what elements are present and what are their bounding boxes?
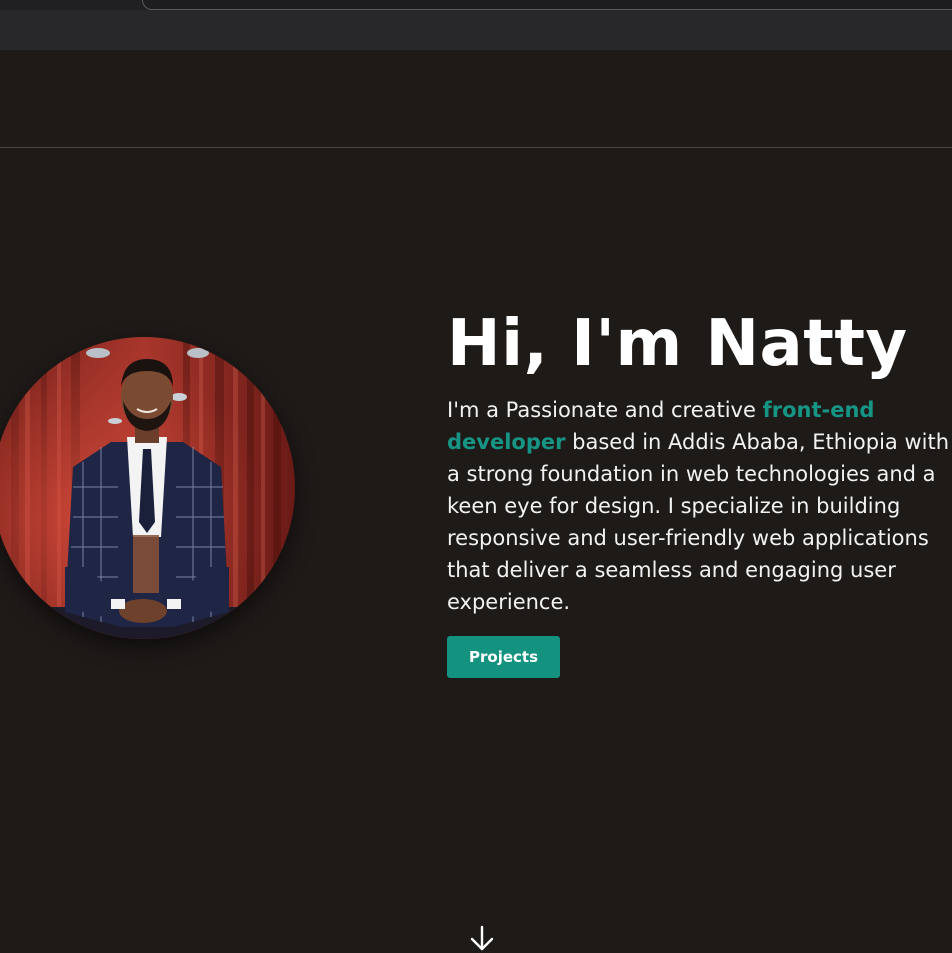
- arrow-down-icon[interactable]: [468, 925, 496, 953]
- hero-description-end: based in Addis Ababa, Ethiopia with a st…: [447, 430, 950, 614]
- hero-description: I'm a Passionate and creative front-end …: [447, 394, 952, 618]
- profile-photo-illustration: [0, 337, 295, 639]
- profile-photo: [0, 337, 295, 639]
- site-header: [0, 50, 952, 148]
- page: Hi, I'm Natty I'm a Passionate and creat…: [0, 0, 952, 953]
- projects-button[interactable]: Projects: [447, 636, 561, 678]
- hero-description-start: I'm a Passionate and creative: [447, 398, 763, 422]
- hero-title: Hi, I'm Natty: [447, 307, 908, 381]
- browser-toolbar: [0, 0, 952, 50]
- address-bar[interactable]: [142, 0, 952, 10]
- hero-section: Hi, I'm Natty I'm a Passionate and creat…: [447, 300, 952, 678]
